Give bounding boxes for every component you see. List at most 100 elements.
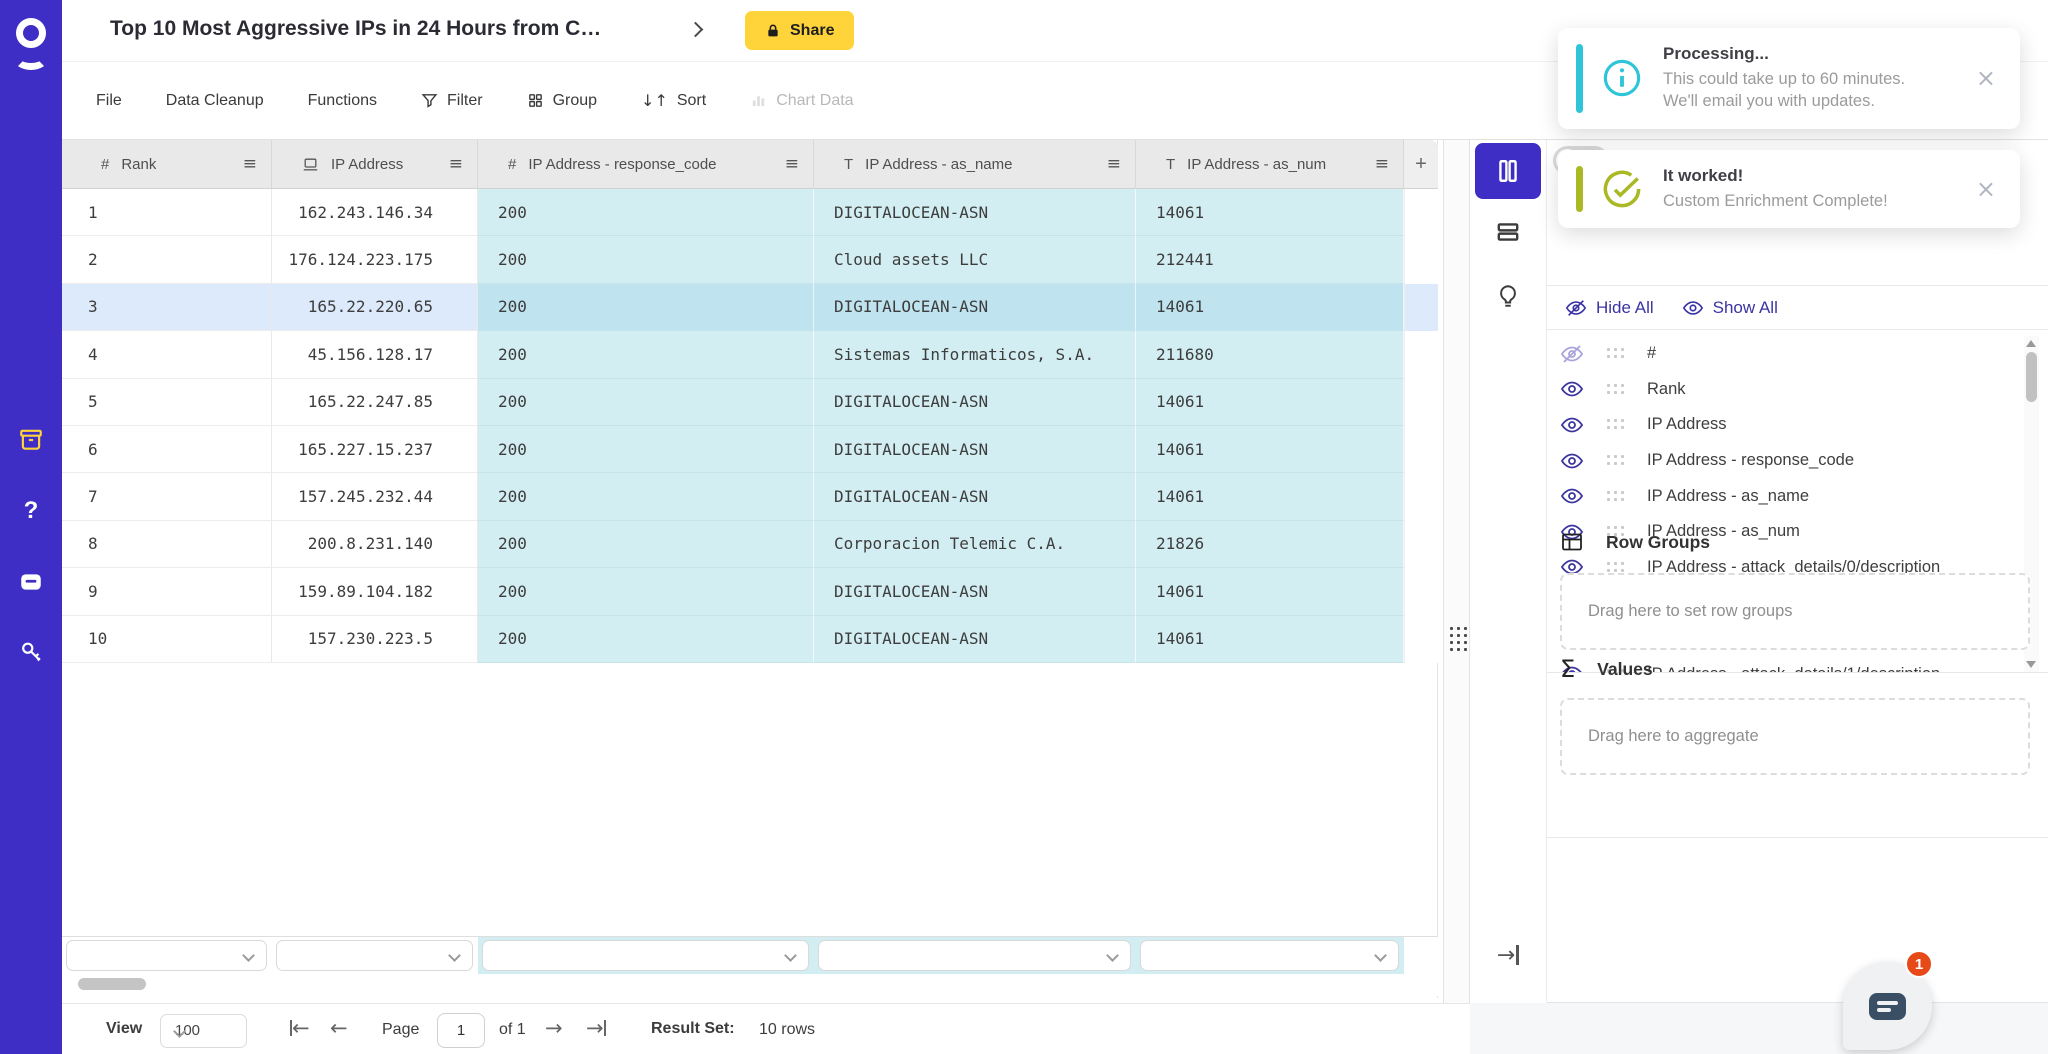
grid-cell[interactable]: 200 [478,236,814,283]
close-icon[interactable]: × [1970,175,2002,203]
show-all-button[interactable]: Show All [1682,297,1778,319]
drag-handle-icon[interactable] [1607,562,1625,573]
grid-cell[interactable]: 159.89.104.182 [272,568,478,615]
grid-cell[interactable]: 14061 [1136,616,1404,663]
grid-cell[interactable]: Sistemas Informaticos, S.A. [814,331,1136,378]
page-size-dropdown[interactable]: 100 [160,1014,247,1048]
column-menu-icon[interactable]: ≡ [243,154,257,174]
grid-cell[interactable]: 176.124.223.175 [272,236,478,283]
grid-cell[interactable]: 212441 [1136,236,1404,283]
column-menu-icon[interactable]: ≡ [449,154,463,174]
table-row[interactable]: 3165.22.220.65200DIGITALOCEAN-ASN14061 [62,284,1437,331]
grid-cell[interactable]: 2 [62,236,272,283]
eye-icon[interactable] [1560,449,1584,473]
grid-cell[interactable]: 6 [62,426,272,473]
grid-cell[interactable]: 5 [62,379,272,426]
column-aggregate-select[interactable] [1140,940,1399,971]
menu-item-group[interactable]: Group [527,92,597,110]
grid-cell[interactable]: 4 [62,331,272,378]
drag-handle-icon[interactable] [1607,384,1625,395]
grid-cell[interactable]: 14061 [1136,379,1404,426]
grid-cell[interactable]: Corporacion Telemic C.A. [814,521,1136,568]
grid-cell[interactable]: 157.245.232.44 [272,473,478,520]
table-row[interactable]: 10157.230.223.5200DIGITALOCEAN-ASN14061 [62,616,1437,663]
column-aggregate-select[interactable] [276,940,473,971]
table-row[interactable]: 7157.245.232.44200DIGITALOCEAN-ASN14061 [62,473,1437,520]
gigasheet-logo-icon[interactable] [13,18,49,64]
grid-cell[interactable]: DIGITALOCEAN-ASN [814,284,1136,331]
grid-cell[interactable]: 14061 [1136,284,1404,331]
feedback-chat-icon[interactable] [15,566,47,598]
chat-launcher-button[interactable]: 1 [1843,962,1932,1050]
title-expand-chevron-icon[interactable] [688,22,704,38]
values-dropzone[interactable]: Drag here to aggregate [1560,698,2030,775]
eye-icon[interactable] [1560,377,1584,401]
grid-cell[interactable]: 200 [478,616,814,663]
grid-cell[interactable]: 45.156.128.17 [272,331,478,378]
rows-panel-tab[interactable] [1475,204,1541,260]
grid-cell[interactable]: 10 [62,616,272,663]
grid-cell[interactable]: 200 [478,521,814,568]
horizontal-scrollbar[interactable] [62,974,1438,996]
menu-item-file[interactable]: File [96,92,122,110]
column-aggregate-select[interactable] [66,940,267,971]
table-row[interactable]: 9159.89.104.182200DIGITALOCEAN-ASN14061 [62,568,1437,615]
grid-cell[interactable]: 200 [478,379,814,426]
drag-handle-icon[interactable] [1607,455,1625,466]
hide-all-button[interactable]: Hide All [1565,297,1654,319]
menu-item-filter[interactable]: Filter [421,92,483,110]
close-icon[interactable]: × [1970,64,2002,92]
drag-handle-icon[interactable] [1607,419,1625,430]
table-row[interactable]: 8200.8.231.140200Corporacion Telemic C.A… [62,521,1437,568]
grid-cell[interactable]: 21826 [1136,521,1404,568]
column-header-ip-address-as-name[interactable]: TIP Address - as_name≡ [814,140,1136,189]
panel-resize-handle[interactable] [1450,627,1464,651]
next-page-button[interactable]: → [545,1016,563,1040]
grid-cell[interactable]: 14061 [1136,568,1404,615]
grid-cell[interactable]: 200 [478,331,814,378]
help-icon[interactable]: ? [15,495,47,527]
table-row[interactable]: 445.156.128.17200Sistemas Informaticos, … [62,331,1437,378]
last-page-button[interactable]: → [586,1016,606,1040]
table-row[interactable]: 6165.227.15.237200DIGITALOCEAN-ASN14061 [62,426,1437,473]
grid-cell[interactable]: 211680 [1136,331,1404,378]
column-aggregate-select[interactable] [818,940,1131,971]
column-menu-icon[interactable]: ≡ [1375,154,1389,174]
column-header-ip-address-response-code[interactable]: #IP Address - response_code≡ [478,140,814,189]
table-row[interactable]: 2176.124.223.175200Cloud assets LLC21244… [62,236,1437,283]
column-header-rank[interactable]: #Rank≡ [62,140,272,189]
grid-cell[interactable]: 14061 [1136,426,1404,473]
grid-cell[interactable]: DIGITALOCEAN-ASN [814,616,1136,663]
grid-cell[interactable]: 165.22.247.85 [272,379,478,426]
grid-cell[interactable]: 200 [478,284,814,331]
drag-handle-icon[interactable] [1607,491,1625,502]
grid-cell[interactable]: 200.8.231.140 [272,521,478,568]
eye-icon[interactable] [1560,413,1584,437]
grid-cell[interactable]: 200 [478,189,814,236]
column-menu-icon[interactable]: ≡ [1107,154,1121,174]
menu-item-sort[interactable]: ↓↑ Sort [641,91,706,110]
grid-cell[interactable]: 1 [62,189,272,236]
scroll-up-arrow-icon[interactable] [2026,340,2036,347]
archive-box-icon[interactable] [15,424,47,456]
grid-cell[interactable]: DIGITALOCEAN-ASN [814,426,1136,473]
page-number-input[interactable] [437,1013,485,1048]
grid-cell[interactable]: DIGITALOCEAN-ASN [814,568,1136,615]
grid-cell[interactable]: 7 [62,473,272,520]
grid-cell[interactable]: DIGITALOCEAN-ASN [814,473,1136,520]
scroll-down-arrow-icon[interactable] [2026,661,2036,668]
panel-scrollbar-thumb[interactable] [2026,352,2037,402]
insights-panel-tab[interactable] [1475,268,1541,324]
columns-panel-tab[interactable] [1475,143,1541,199]
api-key-icon[interactable] [15,636,47,668]
row-groups-dropzone[interactable]: Drag here to set row groups [1560,573,2030,650]
prev-page-button[interactable]: ← [330,1016,348,1040]
grid-cell[interactable]: 14061 [1136,473,1404,520]
menu-item-data-cleanup[interactable]: Data Cleanup [166,92,264,110]
drag-handle-icon[interactable] [1607,348,1625,359]
grid-cell[interactable]: 200 [478,426,814,473]
table-row[interactable]: 1162.243.146.34200DIGITALOCEAN-ASN14061 [62,189,1437,236]
table-row[interactable]: 5165.22.247.85200DIGITALOCEAN-ASN14061 [62,379,1437,426]
grid-cell[interactable]: 9 [62,568,272,615]
first-page-button[interactable]: ← [290,1016,310,1040]
